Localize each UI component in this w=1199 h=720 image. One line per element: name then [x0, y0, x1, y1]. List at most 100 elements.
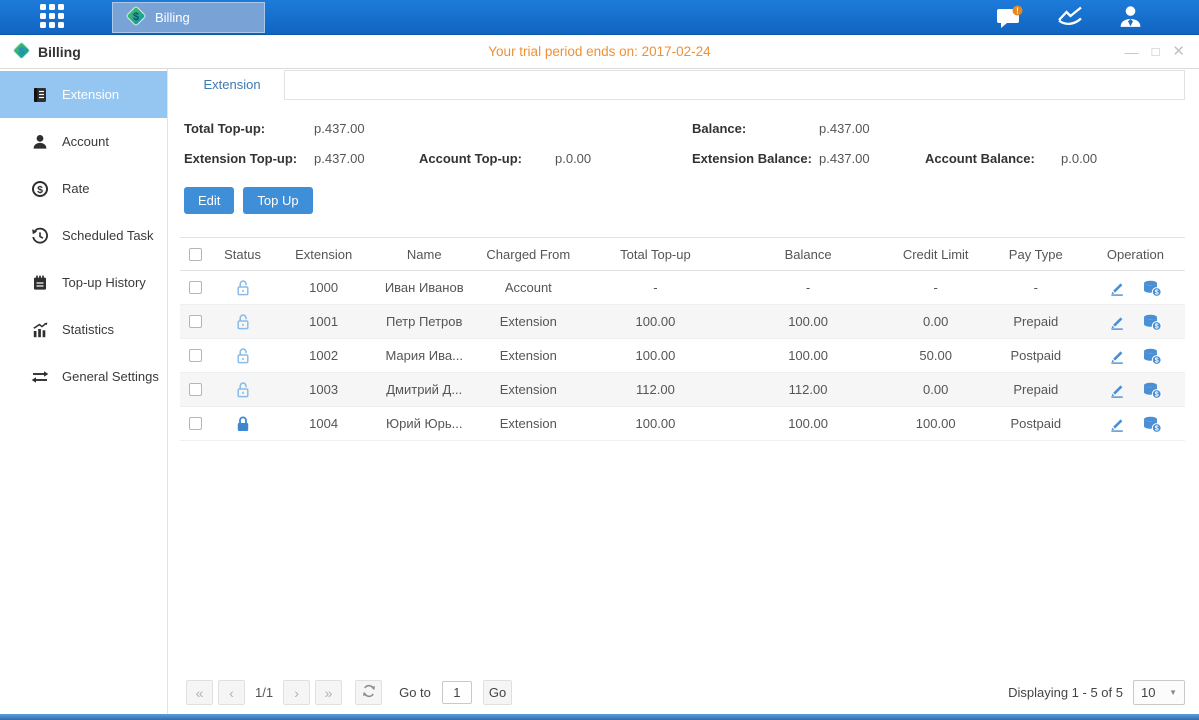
- goto-label: Go to: [399, 685, 431, 700]
- cell-credit-limit: 0.00: [886, 373, 986, 407]
- svg-text:$: $: [1155, 323, 1159, 330]
- cell-charged-from: Account: [476, 271, 580, 305]
- sidebar-item-label: Scheduled Task: [62, 228, 154, 243]
- person-icon: [30, 132, 49, 151]
- prev-page-button[interactable]: ‹: [218, 680, 245, 705]
- cell-name: Иван Иванов: [372, 271, 476, 305]
- billing-diamond-icon: $: [12, 41, 31, 63]
- cell-balance: 112.00: [731, 373, 886, 407]
- cell-charged-from: Extension: [476, 305, 580, 339]
- extension-topup-value: p.437.00: [314, 151, 419, 166]
- cell-balance: 100.00: [731, 305, 886, 339]
- select-all-checkbox[interactable]: [189, 248, 202, 261]
- cell-extension: 1002: [275, 339, 372, 373]
- sidebar-item-rate[interactable]: $ Rate: [0, 165, 167, 212]
- lock-open-icon[interactable]: [235, 313, 251, 331]
- tab-strip: Extension: [180, 70, 1185, 100]
- edit-pencil-icon: [1108, 279, 1126, 297]
- svg-text:!: !: [1016, 6, 1019, 15]
- sidebar-item-scheduled-task[interactable]: Scheduled Task: [0, 212, 167, 259]
- row-checkbox[interactable]: [189, 281, 202, 294]
- page-size-select[interactable]: 10 ▼: [1133, 680, 1185, 705]
- table-row: 1004Юрий Юрь...Extension100.00100.00100.…: [180, 407, 1185, 441]
- next-page-button[interactable]: ›: [283, 680, 310, 705]
- cell-pay-type: Postpaid: [986, 339, 1086, 373]
- top-up-extension-button[interactable]: $: [1142, 347, 1162, 365]
- resource-monitor-button[interactable]: [1057, 5, 1084, 31]
- notepad-icon: [30, 273, 49, 292]
- refresh-icon: [362, 684, 376, 701]
- refresh-button[interactable]: [355, 680, 382, 705]
- column-header: Balance: [731, 238, 886, 271]
- line-chart-icon: [1057, 5, 1084, 31]
- displaying-text: Displaying 1 - 5 of 5: [1008, 685, 1123, 700]
- taskbar-billing-tab[interactable]: $ Billing: [112, 2, 265, 33]
- sidebar-item-extension[interactable]: Extension: [0, 71, 167, 118]
- lock-closed-icon[interactable]: [235, 415, 251, 433]
- sidebar-item-top-up-history[interactable]: Top-up History: [0, 259, 167, 306]
- cell-extension: 1003: [275, 373, 372, 407]
- cell-total-topup: 100.00: [580, 339, 730, 373]
- window-title: Billing: [38, 44, 81, 60]
- maximize-button[interactable]: □: [1152, 45, 1160, 59]
- close-button[interactable]: ✕: [1172, 45, 1185, 59]
- page-size-value: 10: [1141, 685, 1155, 700]
- top-up-extension-button[interactable]: $: [1142, 415, 1162, 433]
- window-titlebar: $ Billing Your trial period ends on: 201…: [0, 35, 1199, 69]
- row-checkbox[interactable]: [189, 383, 202, 396]
- lock-open-icon[interactable]: [235, 381, 251, 399]
- notifications-button[interactable]: !: [996, 5, 1023, 31]
- cell-pay-type: -: [986, 271, 1086, 305]
- edit-extension-button[interactable]: [1108, 313, 1126, 331]
- column-header: Name: [372, 238, 476, 271]
- cell-balance: 100.00: [731, 407, 886, 441]
- row-checkbox[interactable]: [189, 315, 202, 328]
- cell-credit-limit: -: [886, 271, 986, 305]
- window-bottom-border: [0, 714, 1199, 720]
- edit-pencil-icon: [1108, 381, 1126, 399]
- edit-extension-button[interactable]: [1108, 347, 1126, 365]
- edit-pencil-icon: [1108, 415, 1126, 433]
- lock-open-icon[interactable]: [235, 279, 251, 297]
- cell-total-topup: -: [580, 271, 730, 305]
- top-up-extension-button[interactable]: $: [1142, 381, 1162, 399]
- user-menu-button[interactable]: [1118, 4, 1143, 32]
- svg-text:$: $: [133, 11, 139, 23]
- table-row: 1003Дмитрий Д...Extension112.00112.000.0…: [180, 373, 1185, 407]
- sidebar-item-label: Rate: [62, 181, 89, 196]
- top-up-button[interactable]: Top Up: [243, 187, 312, 214]
- row-checkbox[interactable]: [189, 349, 202, 362]
- tab-extension[interactable]: Extension: [180, 70, 284, 100]
- cell-extension: 1004: [275, 407, 372, 441]
- sidebar-item-statistics[interactable]: Statistics: [0, 306, 167, 353]
- sidebar-item-account[interactable]: Account: [0, 118, 167, 165]
- taskbar-tab-label: Billing: [155, 10, 190, 25]
- sidebar-item-label: Extension: [62, 87, 119, 102]
- svg-text:$: $: [1155, 289, 1159, 296]
- svg-text:$: $: [37, 183, 43, 195]
- svg-text:$: $: [1155, 391, 1159, 398]
- extension-balance-value: p.437.00: [819, 151, 925, 166]
- cell-credit-limit: 100.00: [886, 407, 986, 441]
- cell-total-topup: 100.00: [580, 407, 730, 441]
- edit-extension-button[interactable]: [1108, 415, 1126, 433]
- column-header: Operation: [1086, 238, 1185, 271]
- first-page-button[interactable]: «: [186, 680, 213, 705]
- edit-extension-button[interactable]: [1108, 279, 1126, 297]
- sidebar-item-general-settings[interactable]: General Settings: [0, 353, 167, 400]
- top-up-extension-button[interactable]: $: [1142, 279, 1162, 297]
- minimize-button[interactable]: —: [1125, 45, 1139, 59]
- column-header: Charged From: [476, 238, 580, 271]
- lock-open-icon[interactable]: [235, 347, 251, 365]
- row-checkbox[interactable]: [189, 417, 202, 430]
- svg-text:$: $: [19, 45, 25, 56]
- edit-extension-button[interactable]: [1108, 381, 1126, 399]
- top-up-extension-button[interactable]: $: [1142, 313, 1162, 331]
- go-button[interactable]: Go: [483, 680, 512, 705]
- cell-pay-type: Prepaid: [986, 305, 1086, 339]
- goto-page-input[interactable]: [442, 681, 472, 704]
- last-page-button[interactable]: »: [315, 680, 342, 705]
- app-launcher-button[interactable]: [36, 2, 68, 32]
- column-header: Credit Limit: [886, 238, 986, 271]
- edit-button[interactable]: Edit: [184, 187, 234, 214]
